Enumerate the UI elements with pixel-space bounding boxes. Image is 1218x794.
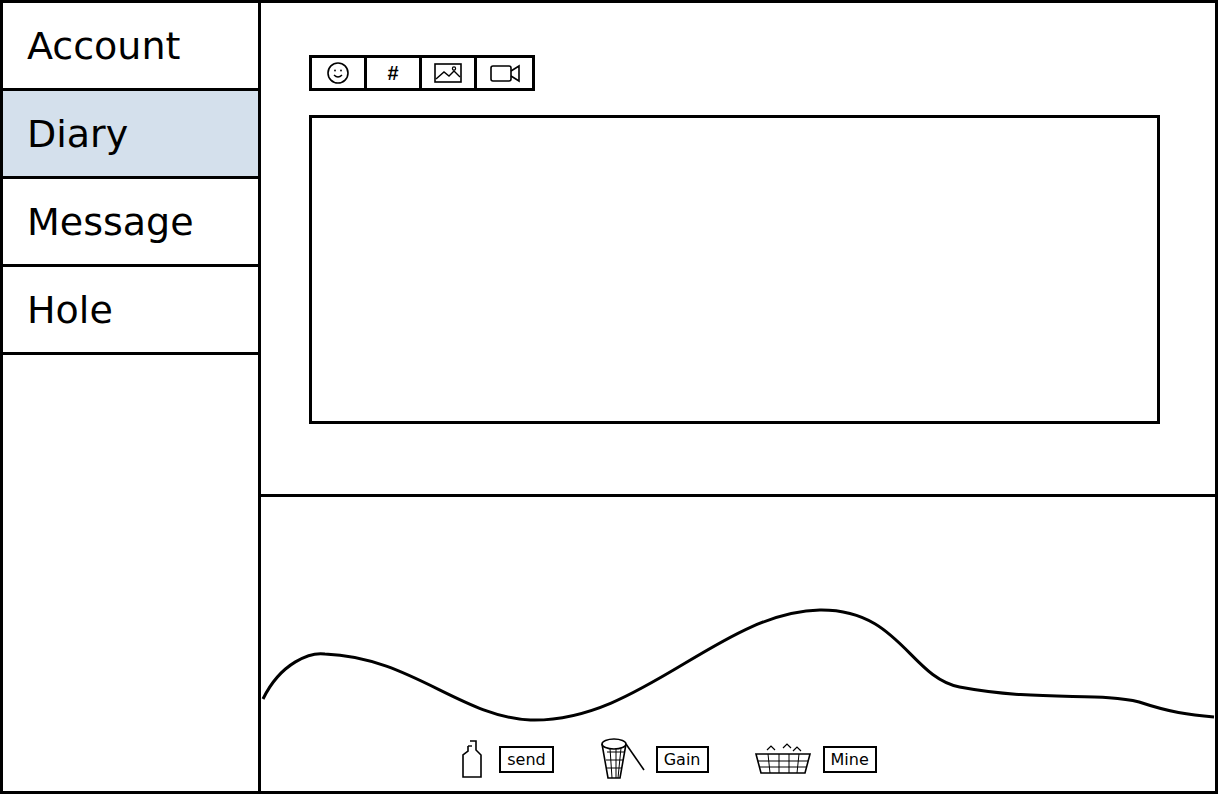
sidebar: Account Diary Message Hole bbox=[3, 3, 261, 791]
smiley-icon bbox=[325, 60, 351, 86]
sidebar-label: Account bbox=[27, 24, 180, 68]
sidebar-label: Hole bbox=[27, 288, 113, 332]
action-group: send bbox=[459, 738, 553, 780]
sidebar-label: Diary bbox=[27, 112, 128, 156]
action-bar: send Gain Mine bbox=[261, 727, 1215, 791]
action-group: Mine bbox=[753, 742, 877, 776]
sidebar-item[interactable]: Diary bbox=[3, 91, 258, 179]
bottle-icon bbox=[459, 738, 489, 780]
basket-button[interactable]: Mine bbox=[823, 746, 877, 773]
emoji-button[interactable] bbox=[312, 58, 367, 88]
basket-icon bbox=[753, 742, 813, 776]
sidebar-item[interactable]: Message bbox=[3, 179, 258, 267]
diary-text-input[interactable] bbox=[309, 115, 1160, 424]
glyph-button[interactable]: # bbox=[367, 58, 422, 88]
image-button[interactable] bbox=[422, 58, 477, 88]
diary-editor-panel: # bbox=[261, 3, 1215, 497]
hashtag-icon: # bbox=[387, 62, 398, 85]
video-button[interactable] bbox=[477, 58, 532, 88]
net-button[interactable]: Gain bbox=[656, 746, 709, 773]
sidebar-item[interactable]: Hole bbox=[3, 267, 258, 355]
fishing-net-icon bbox=[598, 736, 646, 782]
wave-icon bbox=[261, 567, 1215, 727]
bottle-button[interactable]: send bbox=[499, 746, 553, 773]
action-group: Gain bbox=[598, 736, 709, 782]
video-camera-icon bbox=[488, 61, 522, 85]
app-window: Account Diary Message Hole # send Gain Mine bbox=[0, 0, 1218, 794]
sea-panel: send Gain Mine bbox=[261, 497, 1215, 791]
toolbar: # bbox=[309, 55, 535, 91]
image-icon bbox=[433, 61, 463, 85]
sidebar-label: Message bbox=[27, 200, 194, 244]
main-area: # send Gain Mine bbox=[261, 3, 1215, 791]
sidebar-item[interactable]: Account bbox=[3, 3, 258, 91]
